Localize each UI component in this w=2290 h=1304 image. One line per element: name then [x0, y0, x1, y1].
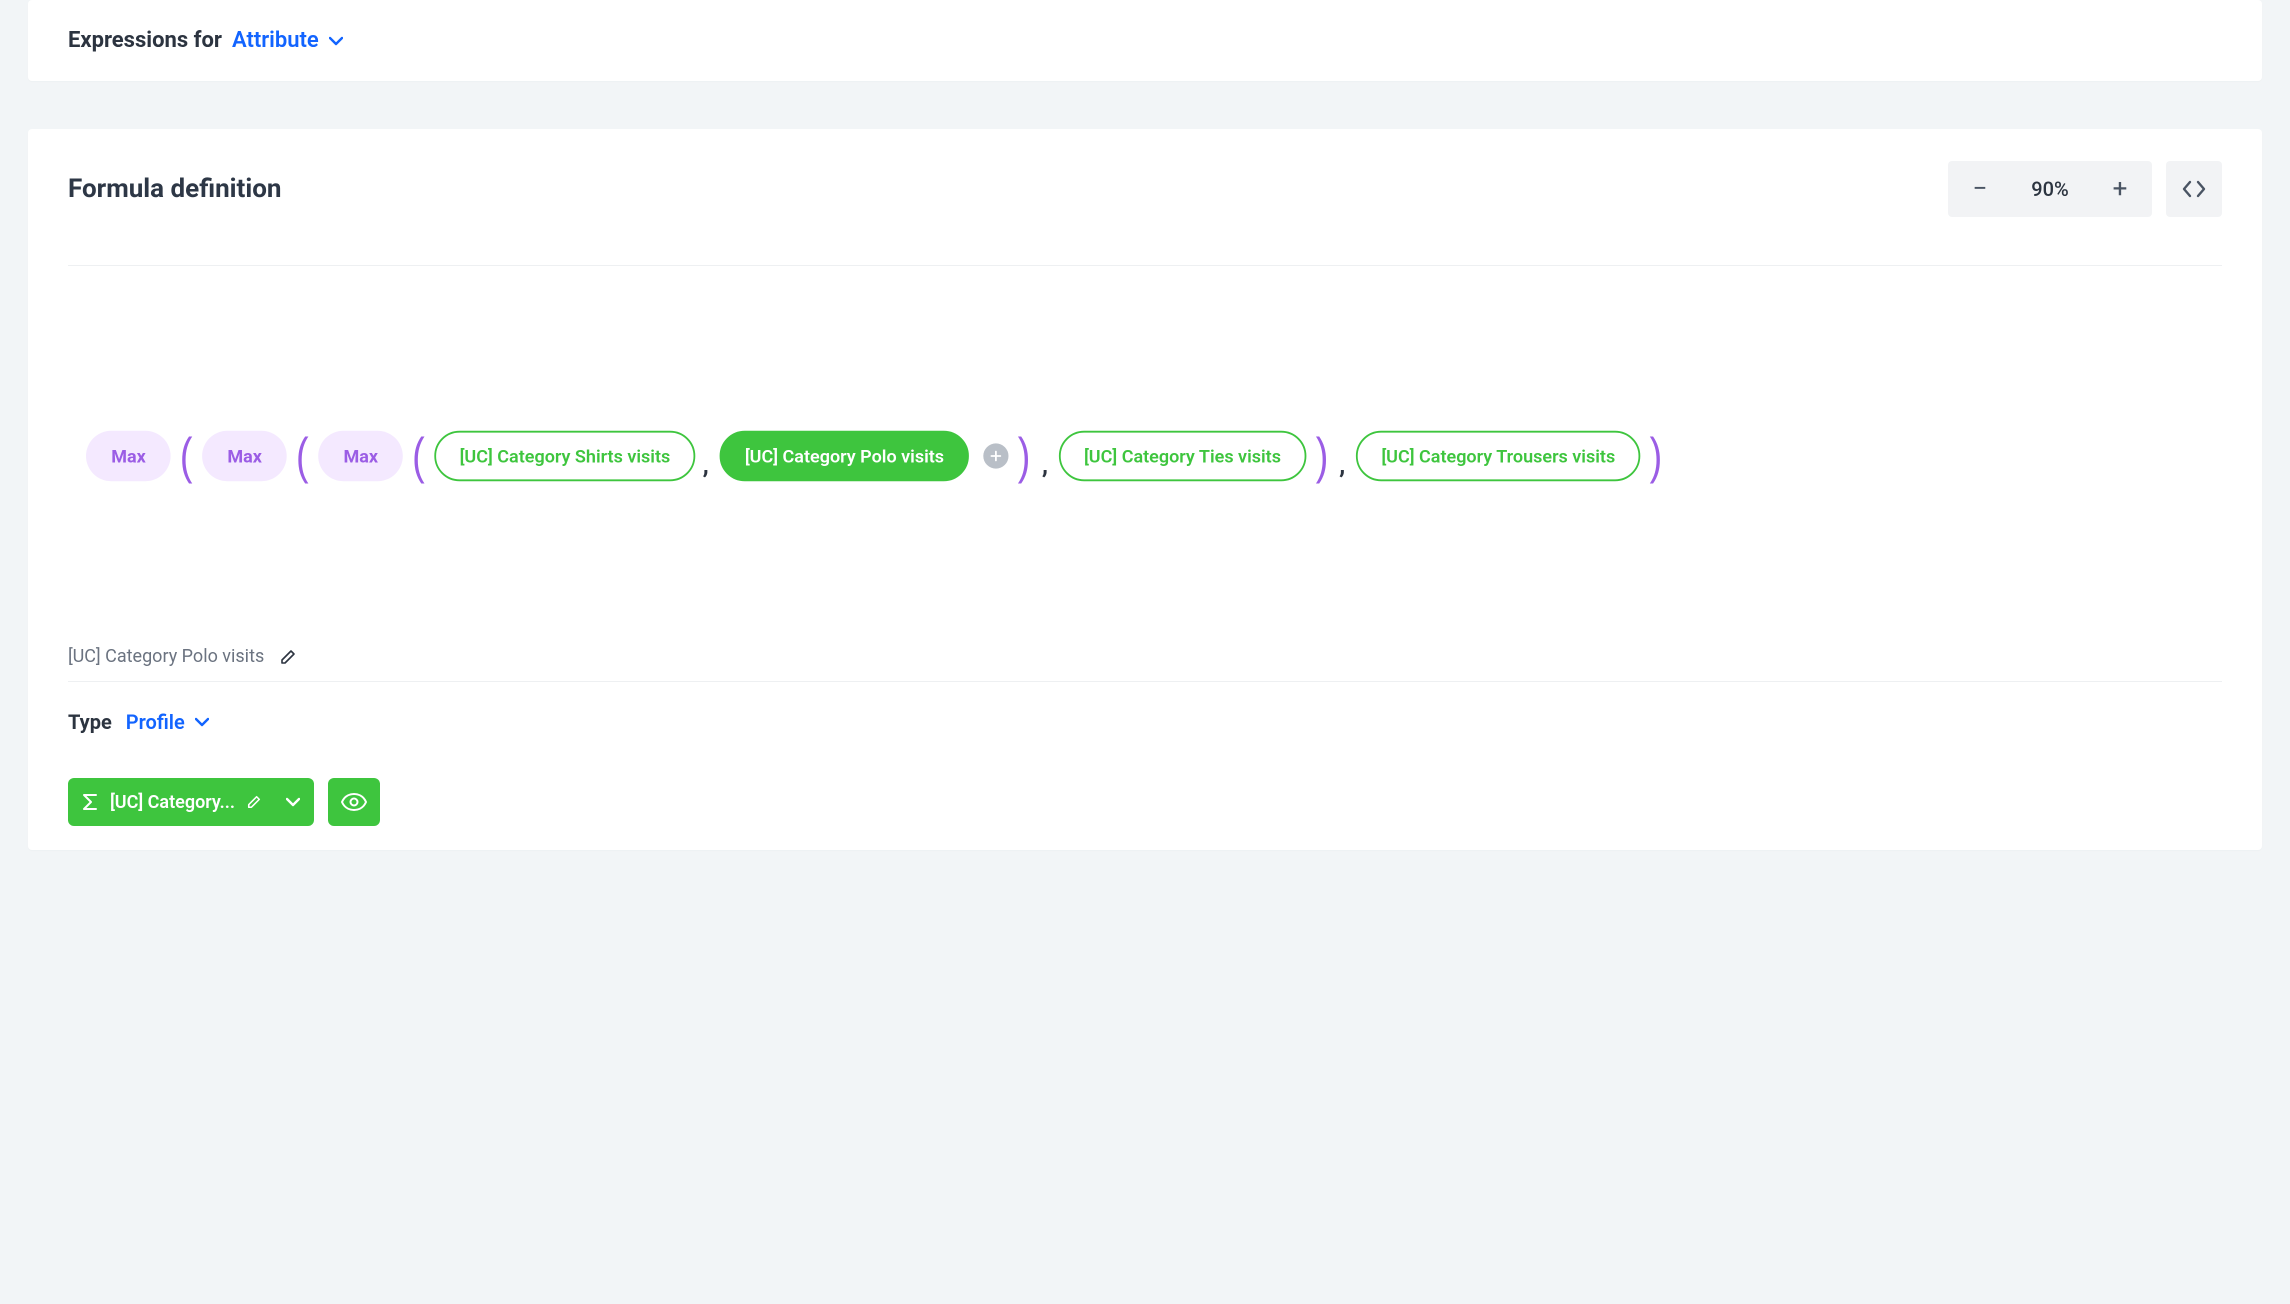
expressions-for-label: Expressions for: [68, 28, 222, 53]
divider: [68, 265, 2222, 266]
token-ties[interactable]: [UC] Category Ties visits: [1059, 431, 1306, 481]
func-max-3[interactable]: Max: [318, 431, 403, 481]
edit-name-button[interactable]: [280, 649, 296, 665]
paren-close-2: ): [1314, 431, 1329, 481]
chevron-down-icon: [195, 717, 209, 727]
aggregation-chip-label: [UC] Category...: [110, 792, 235, 813]
formula-canvas[interactable]: Max ( Max ( Max ( [UC] Category Shirts v…: [68, 285, 2007, 627]
paren-close-3: ): [1017, 431, 1032, 481]
paren-open-2: (: [295, 431, 310, 481]
func-max-1[interactable]: Max: [86, 431, 171, 481]
chevron-down-icon: [329, 36, 343, 46]
code-view-button[interactable]: [2166, 161, 2222, 217]
formula-definition-card: Formula definition − 90% + Max ( Max ( M…: [28, 129, 2262, 850]
func-max-2[interactable]: Max: [202, 431, 287, 481]
chevron-down-icon: [286, 797, 300, 807]
add-token-button[interactable]: [984, 443, 1009, 468]
type-dropdown[interactable]: Profile: [126, 710, 209, 734]
paren-open-1: (: [179, 431, 194, 481]
attribute-dropdown[interactable]: Attribute: [232, 28, 343, 53]
comma-2: ,: [1040, 433, 1053, 479]
type-label: Type: [68, 710, 112, 734]
paren-close-1: ): [1648, 431, 1663, 481]
zoom-control: − 90% +: [1948, 161, 2152, 217]
comma-1: ,: [701, 433, 714, 479]
comma-3: ,: [1337, 433, 1350, 479]
token-polo[interactable]: [UC] Category Polo visits: [720, 431, 970, 481]
token-shirts[interactable]: [UC] Category Shirts visits: [434, 431, 695, 481]
preview-button[interactable]: [328, 778, 380, 826]
expressions-header-card: Expressions for Attribute: [28, 0, 2262, 81]
type-value: Profile: [126, 710, 185, 734]
zoom-in-button[interactable]: +: [2098, 169, 2142, 209]
section-title: Formula definition: [68, 174, 281, 204]
sigma-icon: [82, 793, 98, 811]
aggregation-chip[interactable]: [UC] Category...: [68, 778, 314, 826]
attribute-dropdown-label: Attribute: [232, 28, 319, 53]
pencil-icon: [247, 795, 261, 809]
paren-open-3: (: [411, 431, 426, 481]
zoom-out-button[interactable]: −: [1958, 169, 2002, 209]
zoom-value: 90%: [2022, 177, 2078, 201]
token-trousers[interactable]: [UC] Category Trousers visits: [1356, 431, 1640, 481]
selected-token-name: [UC] Category Polo visits: [68, 646, 264, 667]
